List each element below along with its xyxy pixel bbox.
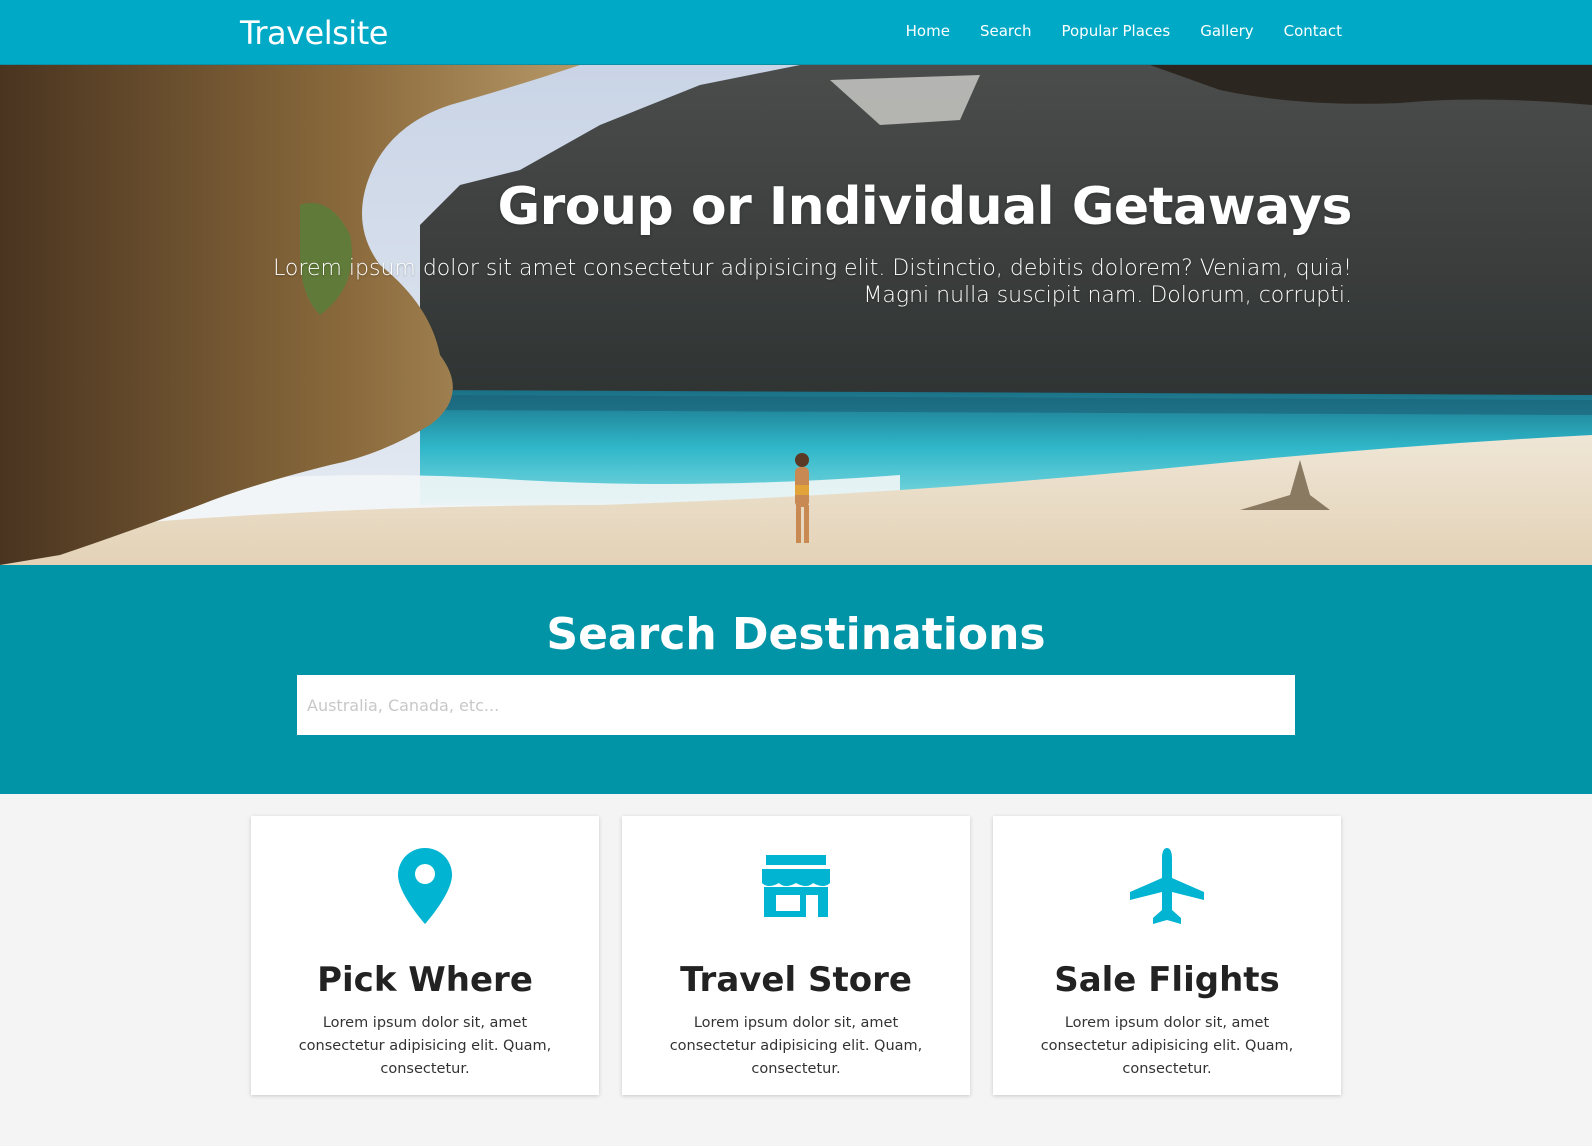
hero-section: Group or Individual Getaways Lorem ipsum… (0, 65, 1592, 565)
search-title: Search Destinations (546, 609, 1046, 660)
card-title: Pick Where (317, 960, 533, 1000)
nav-link-gallery[interactable]: Gallery (1200, 22, 1253, 40)
nav-link-search[interactable]: Search (980, 22, 1032, 40)
hero-title: Group or Individual Getaways (497, 177, 1352, 237)
card-text: Lorem ipsum dolor sit, amet consectetur … (1040, 1015, 1294, 1077)
search-section: Search Destinations (0, 565, 1592, 794)
card-travel-store: Travel Store Lorem ipsum dolor sit, amet… (622, 816, 970, 1095)
nav-menu: Home Search Popular Places Gallery Conta… (906, 22, 1342, 41)
nav-link-popular-places[interactable]: Popular Places (1061, 22, 1170, 40)
map-marker-icon (398, 848, 452, 924)
card-text: Lorem ipsum dolor sit, amet consectetur … (669, 1015, 923, 1077)
store-icon (762, 855, 830, 917)
brand-logo[interactable]: Travelsite (240, 14, 388, 52)
features-cards: Pick Where Lorem ipsum dolor sit, amet c… (251, 816, 1341, 1095)
nav-link-home[interactable]: Home (906, 22, 950, 40)
nav-link-contact[interactable]: Contact (1284, 22, 1342, 40)
search-input[interactable] (297, 675, 1295, 735)
card-pick-where: Pick Where Lorem ipsum dolor sit, amet c… (251, 816, 599, 1095)
plane-icon (1130, 848, 1204, 924)
navbar: Travelsite Home Search Popular Places Ga… (0, 0, 1592, 65)
card-title: Travel Store (680, 960, 912, 1000)
hero-subtitle: Lorem ipsum dolor sit amet consectetur a… (273, 256, 1352, 308)
card-title: Sale Flights (1054, 960, 1280, 1000)
hero-background-image (0, 65, 1592, 565)
card-sale-flights: Sale Flights Lorem ipsum dolor sit, amet… (993, 816, 1341, 1095)
card-text: Lorem ipsum dolor sit, amet consectetur … (298, 1015, 552, 1077)
